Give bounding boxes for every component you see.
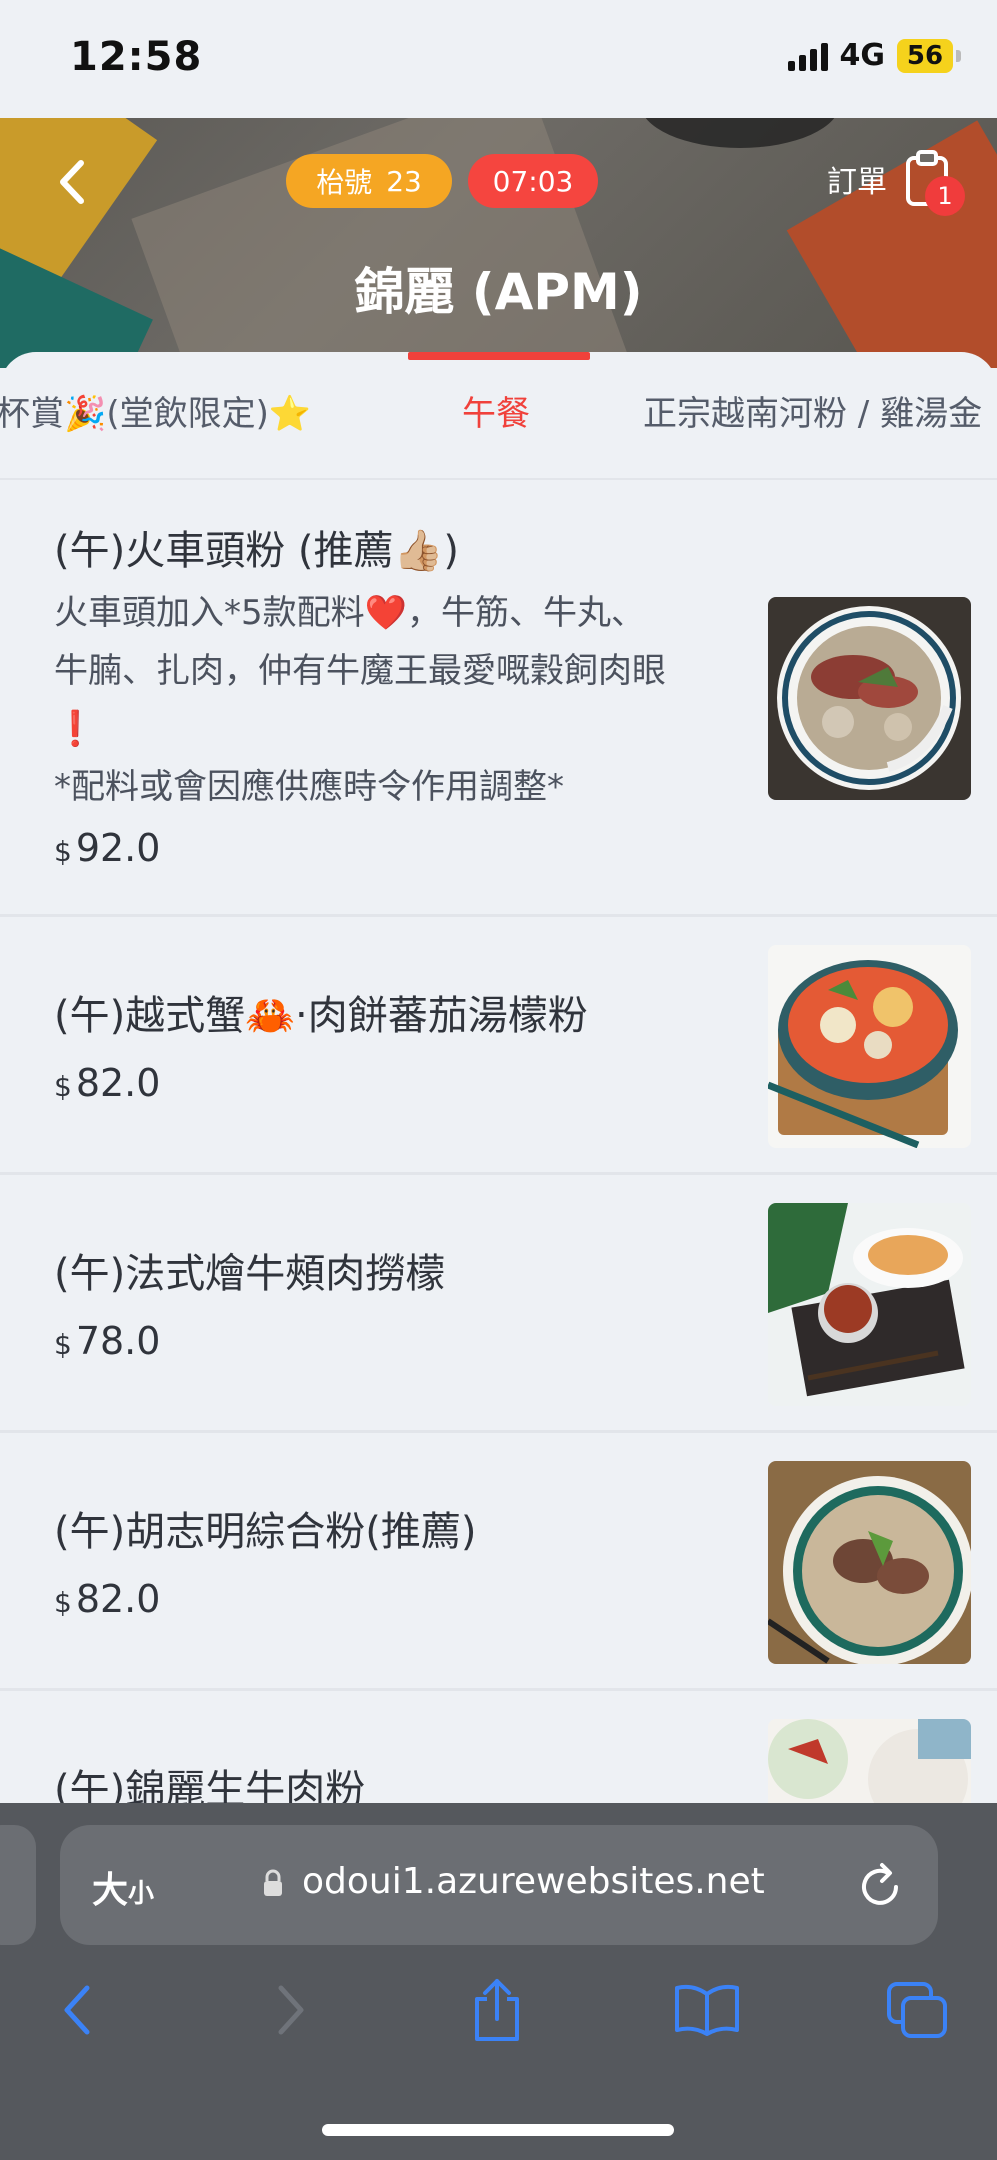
address-bar[interactable]: 大小 odoui1.azurewebsites.net — [60, 1825, 938, 1945]
bookmarks-button[interactable] — [672, 1975, 742, 2045]
timer-pill: 07:03 — [468, 154, 598, 208]
share-button[interactable] — [462, 1975, 532, 2045]
previous-tab-peek[interactable] — [0, 1825, 36, 1945]
chevron-left-icon — [60, 160, 84, 204]
menu-item[interactable]: (午)胡志明綜合粉(推薦) $82.0 — [0, 1433, 997, 1691]
item-photo — [768, 597, 971, 800]
tab-lunch[interactable]: 午餐 — [462, 386, 530, 435]
status-time: 12:58 — [70, 34, 203, 80]
browser-forward-button[interactable] — [256, 1975, 326, 2045]
tabs-button[interactable] — [882, 1975, 952, 2045]
item-photo — [768, 1203, 971, 1406]
share-icon — [475, 1979, 519, 2041]
table-label: 枱號 — [316, 166, 373, 199]
item-title: (午)越式蟹🦀‧肉餅蕃茄湯檬粉 — [54, 993, 588, 1039]
item-title: (午)胡志明綜合粉(推薦) — [54, 1509, 477, 1555]
clipboard-icon: 1 — [903, 150, 965, 216]
orders-label: 訂單 — [827, 165, 887, 200]
screen: 12:58 4G 56 枱號 23 07:03 訂單 1 錦麗 (APM) 杯賞… — [0, 0, 997, 2160]
url-text: odoui1.azurewebsites.net — [302, 1861, 765, 1902]
back-button[interactable] — [44, 154, 100, 210]
table-number-pill: 枱號 23 — [286, 154, 452, 208]
signal-icon — [787, 41, 828, 71]
item-title: (午)火車頭粉 (推薦👍🏼) — [54, 528, 459, 574]
network-type: 4G — [839, 38, 886, 73]
item-price: $78.0 — [54, 1319, 161, 1363]
reload-icon[interactable] — [856, 1859, 904, 1911]
browser-back-button[interactable] — [42, 1975, 112, 2045]
tab-drinks-promo[interactable]: 杯賞🎉(堂飲限定)⭐ — [0, 386, 311, 435]
item-photo — [768, 945, 971, 1148]
tab-vietnamese-noodles[interactable]: 正宗越南河粉 / 雞湯金 — [643, 386, 982, 435]
battery-level: 56 — [897, 38, 953, 73]
chevron-left-icon — [64, 1985, 90, 2035]
book-icon — [675, 1984, 739, 2036]
table-number: 23 — [386, 164, 422, 198]
menu-item[interactable]: (午)法式燴牛頰肉撈檬 $78.0 — [0, 1175, 997, 1433]
store-header: 枱號 23 07:03 訂單 1 錦麗 (APM) — [0, 118, 997, 368]
item-price: $82.0 — [54, 1577, 161, 1621]
item-price: $92.0 — [54, 826, 161, 870]
menu-list: (午)火車頭粉 (推薦👍🏼) 火車頭加入*5款配料❤️，牛筋、牛丸、牛腩、扎肉，… — [0, 480, 997, 1922]
tabs-icon — [887, 1982, 947, 2038]
item-photo — [768, 1461, 971, 1664]
chevron-right-icon — [278, 1985, 304, 2035]
category-tabs: 杯賞🎉(堂飲限定)⭐ 午餐 正宗越南河粉 / 雞湯金 — [0, 352, 997, 480]
home-indicator[interactable] — [322, 2124, 674, 2136]
status-icons: 4G 56 — [787, 38, 961, 73]
orders-button[interactable]: 訂單 1 — [827, 150, 965, 216]
battery-icon: 56 — [897, 38, 961, 73]
browser-chrome: 大小 odoui1.azurewebsites.net — [0, 1803, 997, 2160]
store-name: 錦麗 (APM) — [354, 263, 643, 321]
item-description: 火車頭加入*5款配料❤️，牛筋、牛丸、牛腩、扎肉，仲有牛魔王最愛嘅穀飼肉眼❗ *… — [54, 593, 666, 807]
menu-item[interactable]: (午)火車頭粉 (推薦👍🏼) 火車頭加入*5款配料❤️，牛筋、牛丸、牛腩、扎肉，… — [0, 480, 997, 917]
item-title: (午)法式燴牛頰肉撈檬 — [54, 1251, 446, 1297]
item-price: $82.0 — [54, 1061, 161, 1105]
text-size-button[interactable]: 大小 — [92, 1861, 154, 1913]
lock-icon — [264, 1869, 282, 1896]
active-tab-indicator — [408, 352, 590, 360]
orders-count-badge: 1 — [925, 176, 965, 216]
status-bar: 12:58 4G 56 — [0, 0, 997, 118]
menu-item[interactable]: (午)越式蟹🦀‧肉餅蕃茄湯檬粉 $82.0 — [0, 917, 997, 1175]
